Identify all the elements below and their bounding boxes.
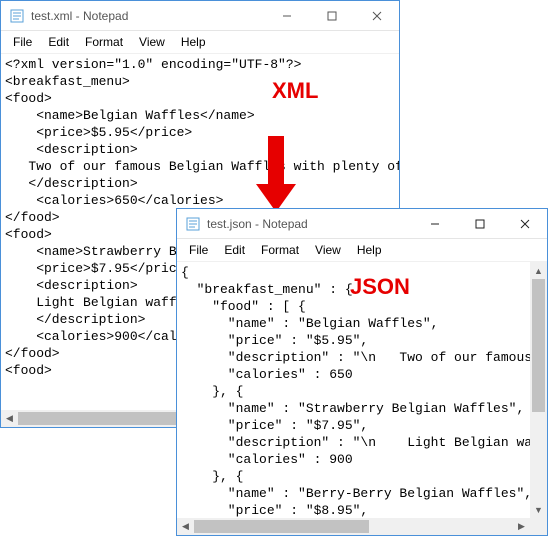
window-title: test.xml - Notepad [31, 9, 264, 23]
menu-edit[interactable]: Edit [42, 33, 75, 51]
text-content[interactable]: { "breakfast_menu" : { "food" : [ { "nam… [177, 262, 530, 518]
menu-format[interactable]: Format [255, 241, 305, 259]
menu-view[interactable]: View [133, 33, 171, 51]
scroll-up-icon[interactable]: ▲ [530, 262, 547, 279]
json-label: JSON [350, 274, 410, 300]
menu-edit[interactable]: Edit [218, 241, 251, 259]
scroll-track[interactable] [530, 279, 547, 501]
minimize-button[interactable] [264, 1, 309, 31]
scroll-thumb[interactable] [532, 279, 545, 412]
scroll-down-icon[interactable]: ▼ [530, 501, 547, 518]
scrollbar-horizontal[interactable]: ◀ ▶ [177, 518, 530, 535]
maximize-button[interactable] [309, 1, 354, 31]
menu-file[interactable]: File [7, 33, 38, 51]
menubar: File Edit Format View Help [1, 31, 399, 54]
window-controls [264, 1, 399, 31]
menu-file[interactable]: File [183, 241, 214, 259]
scroll-thumb[interactable] [194, 520, 369, 533]
titlebar[interactable]: test.json - Notepad [177, 209, 547, 239]
menubar: File Edit Format View Help [177, 239, 547, 262]
titlebar[interactable]: test.xml - Notepad [1, 1, 399, 31]
scroll-right-icon[interactable]: ▶ [513, 518, 530, 535]
scroll-left-icon[interactable]: ◀ [177, 518, 194, 535]
window-controls [412, 209, 547, 239]
scroll-left-icon[interactable]: ◀ [1, 410, 18, 427]
content-area: { "breakfast_menu" : { "food" : [ { "nam… [177, 262, 547, 535]
maximize-button[interactable] [457, 209, 502, 239]
scroll-track[interactable] [194, 518, 513, 535]
menu-view[interactable]: View [309, 241, 347, 259]
close-button[interactable] [354, 1, 399, 31]
close-button[interactable] [502, 209, 547, 239]
menu-help[interactable]: Help [175, 33, 212, 51]
menu-help[interactable]: Help [351, 241, 388, 259]
scrollbar-vertical[interactable]: ▲ ▼ [530, 262, 547, 518]
notepad-icon [185, 216, 201, 232]
xml-label: XML [272, 78, 318, 104]
window-title: test.json - Notepad [207, 217, 412, 231]
scrollbar-corner [530, 518, 547, 535]
notepad-window-json: test.json - Notepad File Edit Format Vie… [176, 208, 548, 536]
menu-format[interactable]: Format [79, 33, 129, 51]
minimize-button[interactable] [412, 209, 457, 239]
notepad-icon [9, 8, 25, 24]
